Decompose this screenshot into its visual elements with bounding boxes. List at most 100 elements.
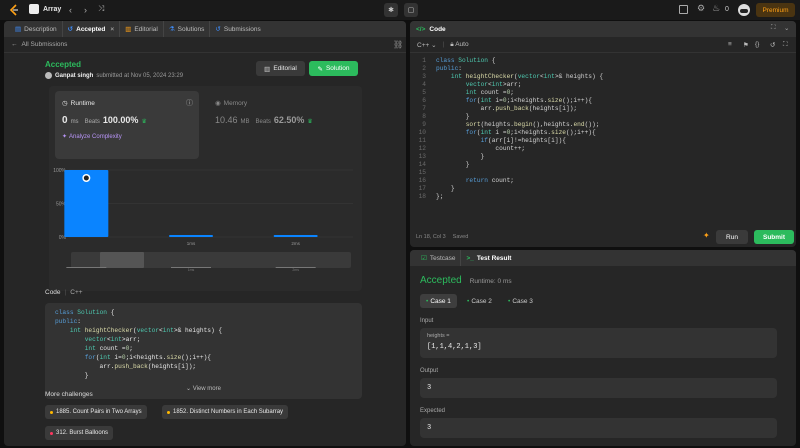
debug-button[interactable]: ✱ bbox=[384, 3, 398, 17]
solutions-icon: ⚗ bbox=[168, 26, 175, 33]
solution-button[interactable]: ✎ Solution bbox=[309, 61, 358, 76]
code-line[interactable]: 3 int heightChecker(vector<int>& heights… bbox=[410, 73, 796, 81]
challenge-label: 1852. Distinct Numbers in Each Subarray bbox=[173, 409, 284, 415]
code-line: public: bbox=[55, 318, 81, 325]
case-tab-3[interactable]: • Case 3 bbox=[502, 294, 539, 308]
code-brackets-icon: </> bbox=[416, 25, 426, 33]
code-line[interactable]: 15 bbox=[410, 169, 796, 177]
code-line: class Solution { bbox=[55, 309, 115, 316]
case-tab-2[interactable]: • Case 2 bbox=[461, 294, 498, 308]
tab-submissions[interactable]: ↺ Submissions bbox=[210, 21, 265, 37]
reset-icon[interactable]: ↺ bbox=[770, 41, 775, 49]
info-icon[interactable]: ⓘ bbox=[186, 98, 193, 108]
input-var-name: heights = bbox=[427, 333, 450, 339]
sparkle-icon[interactable]: ✦ bbox=[703, 231, 710, 240]
problem-list-button[interactable]: Array bbox=[29, 4, 61, 14]
case-tab-1[interactable]: • Case 1 bbox=[420, 294, 457, 308]
line-number: 15 bbox=[418, 169, 426, 176]
code-line[interactable]: 14 } bbox=[410, 161, 796, 169]
tab-testcase[interactable]: ☑ Testcase bbox=[416, 250, 462, 266]
collapse-icon[interactable]: ⌄ bbox=[784, 24, 789, 32]
result-tabbar: ☑ Testcase >_ Test Result bbox=[410, 250, 796, 266]
tab-editorial[interactable]: ▥ Editorial bbox=[120, 21, 164, 37]
case-label: Case 2 bbox=[471, 297, 492, 305]
memory-card[interactable]: ◉ Memory 10.46 MB Beats 62.50% ♛ bbox=[209, 91, 355, 159]
editorial-button[interactable]: ▥ Editorial bbox=[256, 61, 305, 76]
all-submissions-link[interactable]: ← All Submissions bbox=[11, 41, 67, 48]
maximize-icon[interactable]: ⛶ bbox=[771, 24, 776, 32]
code-panel: </> Code ⛶ ⌄ C++ ⌄ | 🔒︎ Auto ≡ ⚑ {} ↺ ⛶ … bbox=[410, 21, 796, 247]
author-name[interactable]: Ganpat singh bbox=[55, 73, 93, 79]
code-line[interactable]: 18}; bbox=[410, 193, 796, 201]
code-section-label: Code bbox=[45, 289, 61, 296]
terminal-icon: >_ bbox=[466, 254, 474, 262]
chart-bar bbox=[273, 234, 318, 237]
runtime-card[interactable]: ◷ Runtime ⓘ 0 ms Beats 100.00% ♛ ✦ Analy… bbox=[55, 91, 199, 159]
code-tabbar: </> Code ⛶ ⌄ bbox=[410, 21, 796, 37]
runtime-unit: ms bbox=[70, 119, 79, 125]
format-icon[interactable]: ≡ bbox=[728, 41, 732, 48]
description-icon: ▤ bbox=[15, 26, 22, 33]
close-icon[interactable]: × bbox=[110, 26, 114, 33]
list-icon bbox=[29, 4, 39, 14]
submit-button[interactable]: Submit bbox=[754, 230, 794, 244]
braces-icon[interactable]: {} bbox=[755, 41, 759, 48]
tab-test-result[interactable]: >_ Test Result bbox=[461, 250, 516, 266]
language-label: C++ bbox=[417, 41, 430, 49]
fullscreen-icon[interactable]: ⛶ bbox=[783, 41, 788, 49]
link-icon[interactable]: ⛓ bbox=[393, 40, 403, 49]
code-line[interactable]: 16 return count; bbox=[410, 177, 796, 185]
challenge-label: 312. Burst Balloons bbox=[56, 430, 109, 436]
code-line[interactable]: 9 sort(heights.begin(),heights.end()); bbox=[410, 121, 796, 129]
prev-problem-icon[interactable]: ‹ bbox=[69, 5, 72, 15]
code-line[interactable]: 10 for(int i =0;i<heights.size();i++){ bbox=[410, 129, 796, 137]
submissions-icon: ↺ bbox=[215, 26, 221, 33]
code-line[interactable]: 5 int count =0; bbox=[410, 89, 796, 97]
challenge-chip[interactable]: 312. Burst Balloons bbox=[45, 426, 114, 440]
tab-label: Test Result bbox=[476, 254, 512, 262]
result-panel: ☑ Testcase >_ Test Result Accepted Runti… bbox=[410, 250, 796, 446]
code-line[interactable]: 12 count++; bbox=[410, 145, 796, 153]
code-line[interactable]: 6 for(int i=0;i<heights.size();i++){ bbox=[410, 97, 796, 105]
runtime-distribution-chart[interactable]: 100%50%0%1ms 2ms1ms 2ms bbox=[49, 164, 362, 289]
memory-unit: MB bbox=[240, 119, 250, 125]
code-line[interactable]: 2 public: bbox=[410, 65, 796, 73]
code-line[interactable]: 4 vector<int>arr; bbox=[410, 81, 796, 89]
language-select[interactable]: C++ ⌄ bbox=[417, 41, 437, 49]
layout-icon[interactable] bbox=[679, 5, 688, 14]
code-line[interactable]: 17 } bbox=[410, 185, 796, 193]
navigator-window bbox=[100, 252, 144, 268]
case-label: Case 1 bbox=[430, 297, 451, 305]
line-number: 1 bbox=[422, 57, 426, 64]
code-line[interactable]: 11 if(arr[i]!=heights[i]){ bbox=[410, 137, 796, 145]
notes-button[interactable]: ▢ bbox=[404, 3, 418, 17]
input-box: heights = [1,1,4,2,1,3] bbox=[420, 328, 777, 358]
analyze-complexity-link[interactable]: ✦ Analyze Complexity bbox=[62, 133, 122, 141]
result-runtime: Runtime: 0 ms bbox=[469, 278, 512, 285]
challenge-chip[interactable]: 1885. Count Pairs in Two Arrays bbox=[45, 405, 147, 419]
leetcode-logo[interactable] bbox=[9, 4, 20, 16]
premium-button[interactable]: Premium bbox=[756, 3, 795, 17]
auto-mode-toggle[interactable]: 🔒︎ Auto bbox=[450, 41, 468, 49]
code-line[interactable]: 1 class Solution { bbox=[410, 57, 796, 65]
runtime-title: Runtime bbox=[70, 99, 95, 107]
challenge-chip[interactable]: 1852. Distinct Numbers in Each Subarray bbox=[162, 405, 289, 419]
crown-icon: ♛ bbox=[307, 119, 313, 125]
shuffle-icon[interactable]: ⤨ bbox=[98, 4, 104, 14]
sparkle-icon: ✦ bbox=[62, 134, 68, 140]
tab-description[interactable]: ▤ Description bbox=[10, 21, 63, 37]
settings-gear-icon[interactable]: ⚙ bbox=[697, 3, 705, 14]
code-editor[interactable]: 1 class Solution {2 public: 3 int heightChe… bbox=[410, 57, 796, 237]
run-button[interactable]: Run bbox=[716, 230, 748, 244]
x-tick-label: 1ms bbox=[187, 241, 196, 246]
code-line[interactable]: 13 } bbox=[410, 153, 796, 161]
tab-accepted[interactable]: ↺ Accepted × bbox=[63, 21, 121, 37]
next-problem-icon[interactable]: › bbox=[84, 5, 87, 15]
line-number: 18 bbox=[418, 193, 426, 200]
avatar[interactable] bbox=[738, 4, 750, 16]
code-line[interactable]: 8 } bbox=[410, 113, 796, 121]
tab-solutions[interactable]: ⚗ Solutions bbox=[164, 21, 211, 37]
bookmark-icon[interactable]: ⚑ bbox=[743, 41, 749, 49]
fire-icon[interactable]: ♨ bbox=[712, 3, 720, 14]
code-line[interactable]: 7 arr.push_back(heights[i]); bbox=[410, 105, 796, 113]
